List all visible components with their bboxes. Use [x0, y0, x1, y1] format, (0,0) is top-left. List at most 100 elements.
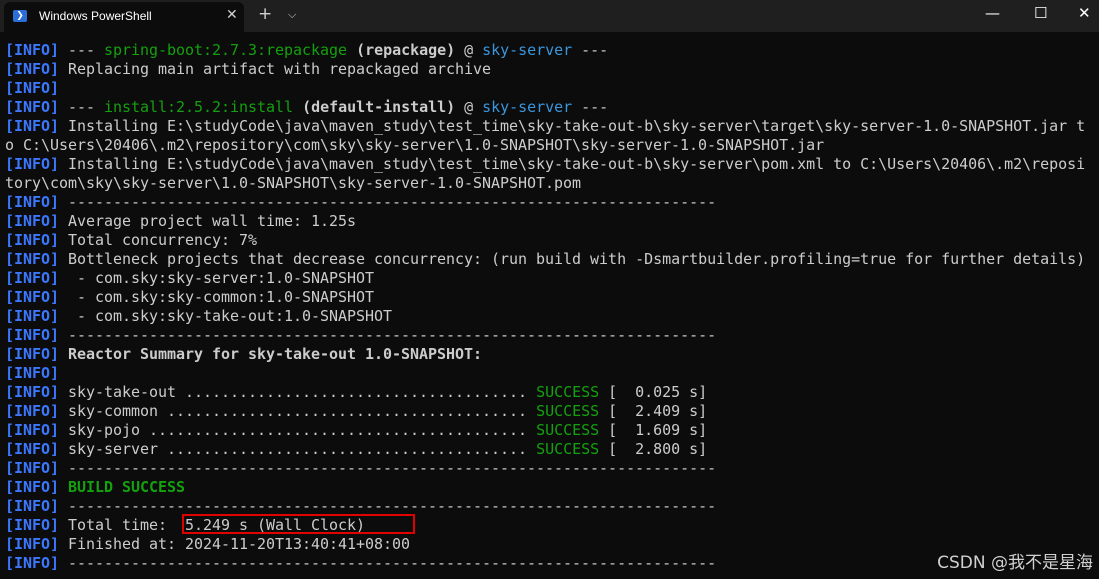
terminal-line: [INFO] sky-take-out ....................…	[5, 383, 1097, 402]
log-level-tag: [INFO]	[5, 553, 60, 572]
terminal-text: SUCCESS	[536, 420, 600, 439]
terminal-text: @	[455, 40, 483, 59]
log-level-tag: [INFO]	[5, 78, 60, 97]
terminal-text: ----------------------------------------…	[59, 496, 717, 515]
log-level-tag: [INFO]	[5, 420, 60, 439]
terminal-line: [INFO] BUILD SUCCESS	[5, 478, 1097, 497]
log-level-tag: [INFO]	[5, 344, 60, 363]
terminal-text: SUCCESS	[536, 382, 600, 401]
terminal-line: [INFO] ---------------------------------…	[5, 326, 1097, 345]
terminal-text: BUILD SUCCESS	[68, 477, 186, 496]
terminal-text: Reactor Summary for sky-take-out 1.0-SNA…	[59, 344, 483, 363]
log-level-tag: [INFO]	[5, 515, 60, 534]
log-level-tag: [INFO]	[5, 230, 60, 249]
terminal-line: [INFO] ---------------------------------…	[5, 497, 1097, 516]
terminal-line: [INFO] Bottleneck projects that decrease…	[5, 250, 1097, 269]
terminal-text: ---	[59, 40, 105, 59]
terminal-text: ----------------------------------------…	[59, 458, 717, 477]
terminal-text: sky-common .............................…	[59, 401, 537, 420]
terminal-text: o C:\Users\20406\.m2\repository\com\sky\…	[5, 135, 825, 154]
terminal-text: ---	[59, 97, 105, 116]
log-level-tag: [INFO]	[5, 534, 60, 553]
title-bar: ❯ Windows PowerShell ✕ + ⌵ — ☐ ✕	[0, 0, 1099, 32]
terminal-text: SUCCESS	[536, 401, 600, 420]
terminal-text: (repackage)	[347, 40, 456, 59]
terminal-text: - com.sky:sky-server:1.0-SNAPSHOT	[59, 268, 375, 287]
log-level-tag: [INFO]	[5, 382, 60, 401]
log-level-tag: [INFO]	[5, 40, 60, 59]
terminal-text: sky-server	[482, 40, 573, 59]
terminal-line: [INFO] Average project wall time: 1.25s	[5, 212, 1097, 231]
terminal-line: [INFO] ---------------------------------…	[5, 193, 1097, 212]
terminal-text: Installing E:\studyCode\java\maven_study…	[59, 116, 1086, 135]
terminal-text: tory\com\sky\sky-server\1.0-SNAPSHOT\sky…	[5, 173, 582, 192]
terminal-text: Replacing main artifact with repackaged …	[59, 59, 492, 78]
terminal-line: [INFO] sky-common ......................…	[5, 402, 1097, 421]
terminal-text: SUCCESS	[536, 439, 600, 458]
minimize-button[interactable]: —	[985, 4, 1000, 22]
terminal-text: sky-server	[482, 97, 573, 116]
terminal-text: [ 0.025 s]	[599, 382, 708, 401]
log-level-tag: [INFO]	[5, 477, 60, 496]
csdn-watermark: CSDN @我不是星海	[937, 553, 1093, 573]
terminal-text: spring-boot:2.7.3:repackage	[104, 40, 348, 59]
terminal-text: Bottleneck projects that decrease concur…	[59, 249, 1086, 268]
terminal-text: ----------------------------------------…	[59, 325, 717, 344]
terminal-text: @	[455, 97, 483, 116]
log-level-tag: [INFO]	[5, 249, 60, 268]
chevron-down-icon[interactable]: ⌵	[288, 8, 296, 22]
log-level-tag: [INFO]	[5, 287, 60, 306]
terminal-line: [INFO] --- install:2.5.2:install (defaul…	[5, 98, 1097, 117]
log-level-tag: [INFO]	[5, 325, 60, 344]
close-window-button[interactable]: ✕	[1078, 4, 1091, 22]
terminal-text: ----------------------------------------…	[59, 192, 717, 211]
terminal-text: sky-take-out ...........................…	[59, 382, 537, 401]
close-tab-icon[interactable]: ✕	[226, 7, 238, 23]
log-level-tag: [INFO]	[5, 192, 60, 211]
powershell-icon: ❯	[13, 10, 27, 22]
log-level-tag: [INFO]	[5, 268, 60, 287]
terminal-line: [INFO] Finished at: 2024-11-20T13:40:41+…	[5, 535, 1097, 554]
terminal-text: Total concurrency: 7%	[59, 230, 258, 249]
terminal-line: [INFO] ---------------------------------…	[5, 459, 1097, 478]
terminal-line: o C:\Users\20406\.m2\repository\com\sky\…	[5, 136, 1097, 155]
log-level-tag: [INFO]	[5, 439, 60, 458]
log-level-tag: [INFO]	[5, 211, 60, 230]
terminal-text: ----------------------------------------…	[59, 553, 717, 572]
log-level-tag: [INFO]	[5, 154, 60, 173]
terminal-line: [INFO] Reactor Summary for sky-take-out …	[5, 345, 1097, 364]
terminal-output[interactable]: [INFO] --- spring-boot:2.7.3:repackage (…	[5, 41, 1097, 579]
maximize-button[interactable]: ☐	[1034, 4, 1047, 22]
log-level-tag: [INFO]	[5, 401, 60, 420]
terminal-text: Finished at: 2024-11-20T13:40:41+08:00	[59, 534, 411, 553]
terminal-text: - com.sky:sky-take-out:1.0-SNAPSHOT	[59, 306, 393, 325]
terminal-line: [INFO] Total time: 5.249 s (Wall Clock)	[5, 516, 1097, 535]
terminal-line: [INFO] sky-server ......................…	[5, 440, 1097, 459]
tab-windows-powershell[interactable]: ❯ Windows PowerShell ✕	[4, 2, 244, 32]
terminal-line: tory\com\sky\sky-server\1.0-SNAPSHOT\sky…	[5, 174, 1097, 193]
log-level-tag: [INFO]	[5, 97, 60, 116]
log-level-tag: [INFO]	[5, 306, 60, 325]
terminal-text: Average project wall time: 1.25s	[59, 211, 357, 230]
total-time-highlight-box	[182, 514, 415, 534]
log-level-tag: [INFO]	[5, 116, 60, 135]
terminal-text: - com.sky:sky-common:1.0-SNAPSHOT	[59, 287, 375, 306]
terminal-text: sky-pojo ...............................…	[59, 420, 537, 439]
log-level-tag: [INFO]	[5, 59, 60, 78]
terminal-line: [INFO] - com.sky:sky-common:1.0-SNAPSHOT	[5, 288, 1097, 307]
terminal-text: ---	[572, 97, 609, 116]
terminal-line: [INFO] - com.sky:sky-take-out:1.0-SNAPSH…	[5, 307, 1097, 326]
log-level-tag: [INFO]	[5, 363, 60, 382]
terminal-line: [INFO] ---------------------------------…	[5, 554, 1097, 573]
terminal-text: ---	[572, 40, 609, 59]
terminal-line: [INFO]	[5, 364, 1097, 383]
terminal-text: sky-server .............................…	[59, 439, 537, 458]
tab-title: Windows PowerShell	[39, 9, 152, 23]
terminal-line: [INFO] Replacing main artifact with repa…	[5, 60, 1097, 79]
new-tab-button[interactable]: +	[258, 4, 272, 24]
terminal-line: [INFO] Installing E:\studyCode\java\mave…	[5, 117, 1097, 136]
terminal-text: Installing E:\studyCode\java\maven_study…	[59, 154, 1086, 173]
terminal-line: [INFO] sky-pojo ........................…	[5, 421, 1097, 440]
terminal-text: install:2.5.2:install	[104, 97, 294, 116]
